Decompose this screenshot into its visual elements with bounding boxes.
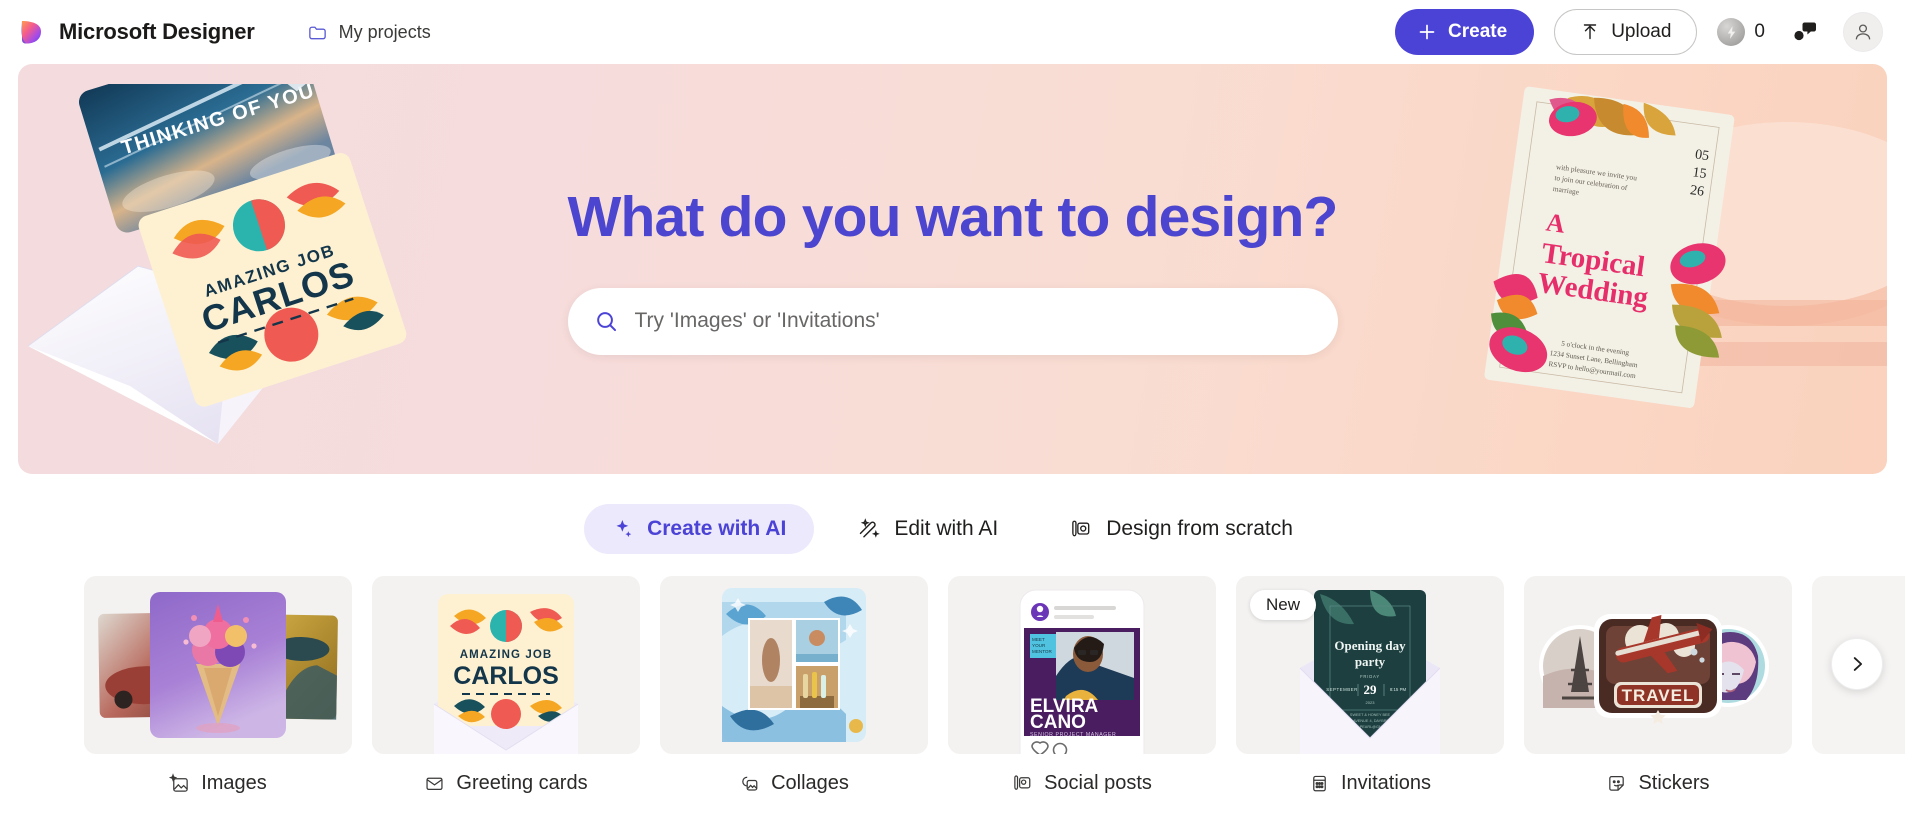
badge-new: New [1250,590,1317,620]
category-label-invitations[interactable]: Invitations [1309,772,1431,795]
category-label-images[interactable]: Images [169,772,267,795]
designer-logo-icon [16,17,46,47]
hero-banner: THINKING OF YOU AMAZING JOB CARLOS 05 15… [18,64,1887,474]
category-label-collages[interactable]: Collages [739,772,849,795]
category-label-stickers[interactable]: Stickers [1606,772,1710,795]
page-title: What do you want to design? [567,184,1339,249]
hero-art-right-invitation: 05 15 26 with pleasure we invite you to … [1367,64,1887,474]
tab-create-with-ai[interactable]: Create with AI [584,504,815,554]
category-label-stickers-text: Stickers [1638,772,1710,794]
category-card-invitations[interactable]: New Opening day party FRIDAY SEPTEMBER 2… [1236,576,1504,795]
social-post-tag-1: MEET [1032,637,1045,642]
category-carousel: Images AMAZING JOB CARLOS Greeting cards… [0,576,1905,795]
ai-image-icon [169,773,190,794]
category-card-stickers[interactable]: TRAVEL Stickers [1524,576,1792,795]
upload-arrow-icon [1580,22,1600,42]
brand[interactable]: Microsoft Designer [16,17,255,47]
upload-button-label: Upload [1611,21,1672,42]
invitation-friday: FRIDAY [1360,674,1380,679]
category-label-social-posts-text: Social posts [1044,772,1152,794]
category-label-greeting-cards[interactable]: Greeting cards [424,772,588,795]
pen-shapes-icon [1070,518,1093,541]
plus-icon [1417,22,1437,42]
search-icon [594,309,619,334]
hero-art-left-greeting-cards: THINKING OF YOU AMAZING JOB CARLOS [18,84,438,474]
feedback-button[interactable] [1785,13,1823,51]
top-navigation-bar: Microsoft Designer My projects Create Up… [0,0,1905,64]
category-label-invitations-text: Invitations [1340,772,1432,794]
hero-right-date-3: 26 [1689,183,1705,200]
hero-right-date-2: 15 [1692,165,1708,182]
account-avatar[interactable] [1843,12,1883,52]
topbar-actions: Create Upload 0 [1395,9,1883,55]
category-card-social-posts[interactable]: MEET YOUR MENTOR ELVIRA CANO SENIOR PROJ… [948,576,1216,795]
search-input[interactable] [634,309,1312,333]
social-post-name-2: CANO [1030,712,1086,733]
tab-design-from-scratch-label: Design from scratch [1106,517,1293,540]
envelope-icon [424,773,445,794]
hero-right-date-1: 05 [1694,147,1710,164]
category-card-collages[interactable]: Collages [660,576,928,795]
tab-design-from-scratch[interactable]: Design from scratch [1042,504,1321,554]
invitation-month: SEPTEMBER [1326,687,1358,692]
credit-count: 0 [1754,21,1765,42]
create-button[interactable]: Create [1395,9,1535,55]
sticker-travel-text: TRAVEL [1622,686,1695,705]
tab-edit-with-ai-label: Edit with AI [894,517,999,540]
magic-wand-icon [858,517,881,541]
invitation-day: 29 [1364,682,1378,697]
category-label-greeting-cards-text: Greeting cards [456,772,588,794]
social-post-tag-2: YOUR [1032,643,1046,648]
category-thumbnail-stickers[interactable]: TRAVEL [1524,576,1792,754]
nav-my-projects[interactable]: My projects [297,14,441,51]
chevron-right-icon [1846,653,1868,675]
category-thumbnail-invitations[interactable]: New Opening day party FRIDAY SEPTEMBER 2… [1236,576,1504,754]
create-button-label: Create [1448,21,1508,42]
invitation-title-2: party [1355,654,1386,669]
invitation-year: 2023 [1366,700,1376,705]
category-label-collages-text: Collages [771,772,849,794]
folder-icon [307,22,328,43]
category-carousel-track: Images AMAZING JOB CARLOS Greeting cards… [0,576,1905,795]
social-post-role: SENIOR PROJECT MANAGER [1030,732,1116,738]
sparkle-icon [612,518,634,540]
credits-indicator[interactable]: 0 [1717,18,1765,46]
category-thumbnail-social-posts[interactable]: MEET YOUR MENTOR ELVIRA CANO SENIOR PROJ… [948,576,1216,754]
search-bar[interactable] [567,287,1338,355]
invitation-time: 8:15 PM [1390,687,1407,692]
category-card-images[interactable]: Images [84,576,352,795]
category-label-social-posts[interactable]: Social posts [1012,772,1152,795]
sticker-icon [1606,773,1627,794]
invitation-details-1: SWEET & HONEY BEE [1350,713,1391,717]
collage-icon [739,773,760,794]
upload-button[interactable]: Upload [1554,9,1698,55]
category-card-greeting-cards[interactable]: AMAZING JOB CARLOS Greeting cards [372,576,640,795]
tab-create-with-ai-label: Create with AI [647,517,787,540]
brand-name: Microsoft Designer [59,19,255,44]
social-post-tag-3: MENTOR [1032,649,1053,654]
tab-edit-with-ai[interactable]: Edit with AI [830,504,1026,554]
nav-my-projects-label: My projects [338,21,431,42]
social-post-icon [1012,773,1033,794]
category-label-images-text: Images [201,772,267,794]
greeting-card-line1: AMAZING JOB [460,649,553,661]
greeting-card-line2: CARLOS [453,662,559,690]
credit-bolt-icon [1717,18,1746,46]
category-thumbnail-images[interactable] [84,576,352,754]
category-thumbnail-collages[interactable] [660,576,928,754]
creation-mode-tabs: Create with AI Edit with AI Design from … [0,504,1905,554]
carousel-next-button[interactable] [1831,638,1883,690]
account-person-icon [1852,21,1874,43]
invitation-icon [1309,773,1330,794]
invitation-title-1: Opening day [1334,638,1406,653]
category-thumbnail-greeting-cards[interactable]: AMAZING JOB CARLOS [372,576,640,754]
feedback-people-icon [1791,21,1817,43]
